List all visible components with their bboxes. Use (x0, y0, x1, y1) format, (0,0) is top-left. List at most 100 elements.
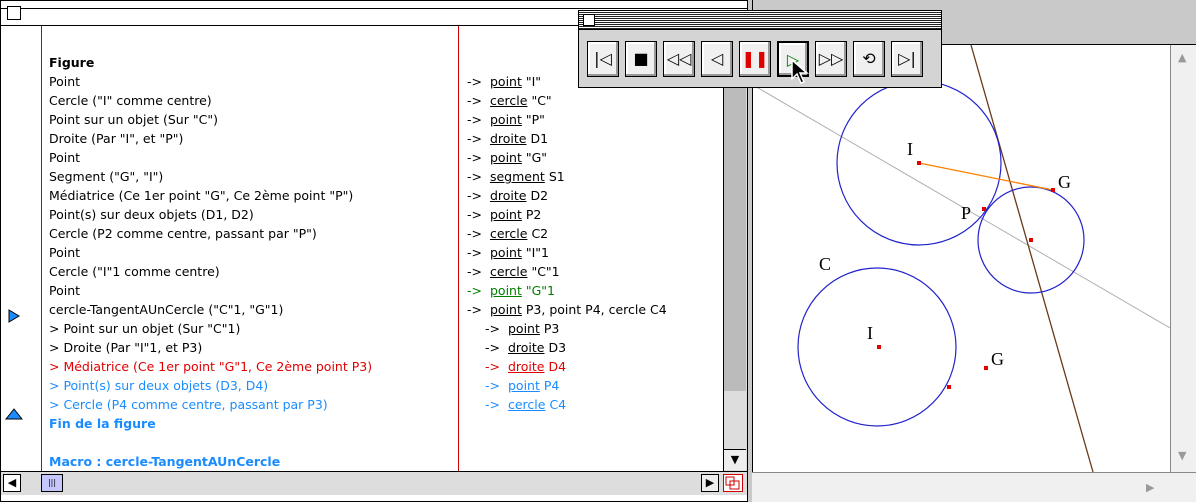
pause-button[interactable]: ❚❚ (739, 41, 771, 77)
result-line[interactable]: -> droite D4 (485, 359, 566, 375)
result-line[interactable]: -> point "I" (467, 74, 541, 90)
script-line[interactable]: Point (49, 150, 80, 166)
horizontal-scroll-thumb[interactable]: ||| (41, 474, 63, 492)
step-backward-button[interactable]: ◁ (701, 41, 733, 77)
result-arrow: -> (467, 188, 482, 203)
result-kind[interactable]: cercle (490, 226, 527, 241)
result-kind[interactable]: point (490, 245, 522, 260)
loop-button[interactable]: ⟲ (853, 41, 885, 77)
script-line[interactable]: Macro : cercle-TangentAUnCercle (49, 454, 280, 470)
figure-vertical-scrollbar[interactable]: ▲ ▼ (1170, 45, 1196, 472)
point-P[interactable] (982, 207, 986, 211)
figure-scroll-right-arrow-icon[interactable]: ▶ (1146, 481, 1154, 494)
script-line[interactable]: Point sur un objet (Sur "C") (49, 112, 218, 128)
result-kind[interactable]: droite (490, 131, 527, 146)
figure-canvas[interactable]: I G P C I G (753, 45, 1170, 472)
scroll-left-arrow-icon[interactable]: ◀ (3, 474, 21, 492)
result-line[interactable]: -> point P4 (485, 378, 559, 394)
result-kind[interactable]: point (490, 74, 522, 89)
script-line[interactable]: Cercle ("I" comme centre) (49, 93, 212, 109)
result-object-name: P3, point P4, cercle C4 (525, 302, 667, 317)
script-line[interactable]: > Point(s) sur deux objets (D3, D4) (49, 378, 268, 394)
script-line[interactable]: > Point sur un objet (Sur "C"1) (49, 321, 240, 337)
result-line[interactable]: -> droite D2 (467, 188, 548, 204)
script-line[interactable]: Point (49, 245, 80, 261)
result-line[interactable]: -> segment S1 (467, 169, 565, 185)
result-line[interactable]: -> cercle "C" (467, 93, 552, 109)
point-I[interactable] (917, 161, 921, 165)
go-to-end-button[interactable]: ▷| (891, 41, 923, 77)
stop-button[interactable]: ■ (625, 41, 657, 77)
label-P: P (961, 203, 971, 223)
point-on-C1[interactable] (947, 385, 951, 389)
label-G-top: G (1058, 172, 1071, 192)
script-line[interactable]: Droite (Par "I", et "P") (49, 131, 183, 147)
script-line[interactable]: Cercle ("I"1 comme centre) (49, 264, 220, 280)
result-kind[interactable]: cercle (490, 264, 527, 279)
script-line[interactable]: Figure (49, 55, 94, 71)
result-line[interactable]: -> point "P" (467, 112, 545, 128)
result-kind[interactable]: cercle (490, 93, 527, 108)
player-close-box[interactable] (583, 14, 595, 26)
vertical-scrollbar[interactable]: ▼ (723, 26, 747, 471)
script-line[interactable]: cercle-TangentAUnCercle ("C"1, "G"1) (49, 302, 283, 318)
fast-forward-button[interactable]: ▷▷ (815, 41, 847, 77)
script-line[interactable]: Segment ("G", "I") (49, 169, 163, 185)
script-line[interactable]: > Droite (Par "I"1, et P3) (49, 340, 202, 356)
fast-backward-button[interactable]: ◁◁ (663, 41, 695, 77)
result-kind[interactable]: point (490, 112, 522, 127)
resize-box[interactable] (723, 474, 743, 492)
script-line[interactable]: Médiatrice (Ce 1er point "G", Ce 2ème po… (49, 188, 353, 204)
result-kind[interactable]: cercle (508, 397, 545, 412)
result-kind[interactable]: point (490, 283, 522, 298)
result-kind[interactable]: droite (508, 340, 545, 355)
result-line[interactable]: -> point "I"1 (467, 245, 549, 261)
label-G-bottom: G (991, 349, 1004, 369)
script-line[interactable]: Cercle (P2 comme centre, passant par "P"… (49, 226, 317, 242)
script-line[interactable]: Point(s) sur deux objets (D1, D2) (49, 207, 254, 223)
result-object-name: "I"1 (525, 245, 550, 260)
go-to-end-icon: ▷| (898, 49, 916, 68)
result-kind[interactable]: point (490, 207, 522, 222)
result-line[interactable]: -> cercle C4 (485, 397, 566, 413)
script-line[interactable]: Point (49, 74, 80, 90)
script-line[interactable]: > Médiatrice (Ce 1er point "G"1, Ce 2ème… (49, 359, 372, 375)
figure-scroll-down-arrow-icon[interactable]: ▼ (1178, 449, 1186, 462)
result-line[interactable]: -> point P3, point P4, cercle C4 (467, 302, 667, 318)
scroll-down-arrow-icon[interactable]: ▼ (724, 449, 746, 470)
script-line[interactable]: Point (49, 283, 80, 299)
close-box[interactable] (7, 6, 21, 20)
result-kind[interactable]: point (508, 378, 540, 393)
point-I1[interactable] (877, 345, 881, 349)
result-line[interactable]: -> point P3 (485, 321, 559, 337)
vertical-scroll-thumb[interactable] (724, 61, 746, 391)
point-G1[interactable] (984, 366, 988, 370)
result-line[interactable]: -> droite D1 (467, 131, 548, 147)
result-object-name: D4 (548, 359, 567, 374)
result-line[interactable]: -> cercle C2 (467, 226, 548, 242)
result-kind[interactable]: segment (490, 169, 545, 184)
result-kind[interactable]: droite (508, 359, 545, 374)
point-P2[interactable] (1029, 238, 1033, 242)
figure-horizontal-scrollbar[interactable]: ▶ (752, 472, 1196, 502)
result-line[interactable]: -> droite D3 (485, 340, 566, 356)
result-arrow: -> (467, 169, 482, 184)
player-titlebar[interactable] (579, 11, 941, 30)
result-object-name: "G" (525, 150, 548, 165)
result-kind[interactable]: point (490, 302, 522, 317)
script-line[interactable]: > Cercle (P4 comme centre, passant par P… (49, 397, 328, 413)
figure-scroll-up-arrow-icon[interactable]: ▲ (1178, 51, 1186, 64)
result-arrow: -> (485, 359, 500, 374)
script-line[interactable]: Fin de la figure (49, 416, 156, 432)
result-kind[interactable]: point (508, 321, 540, 336)
result-kind[interactable]: point (490, 150, 522, 165)
scroll-right-arrow-icon[interactable]: ▶ (701, 474, 719, 492)
horizontal-scrollbar[interactable]: ◀ ||| ▶ (1, 471, 747, 495)
result-line[interactable]: -> cercle "C"1 (467, 264, 560, 280)
result-line[interactable]: -> point "G" (467, 150, 547, 166)
result-kind[interactable]: droite (490, 188, 527, 203)
go-to-start-button[interactable]: |◁ (587, 41, 619, 77)
result-line[interactable]: -> point P2 (467, 207, 541, 223)
point-G[interactable] (1051, 188, 1055, 192)
result-line[interactable]: -> point "G"1 (467, 283, 555, 299)
